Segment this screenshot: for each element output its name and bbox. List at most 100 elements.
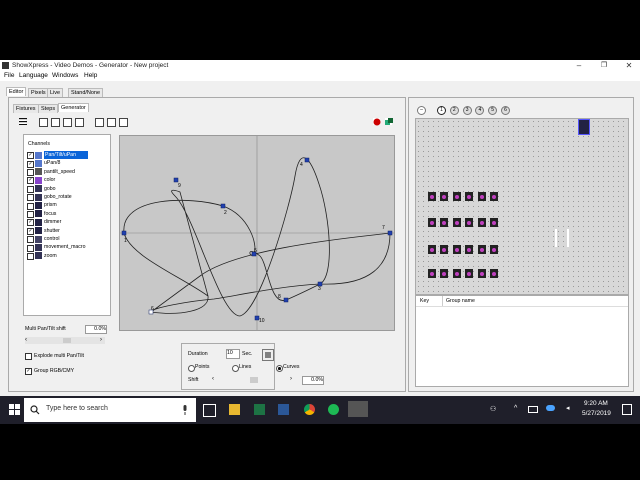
record-icon[interactable]: [373, 118, 381, 126]
moving-head-fixture[interactable]: [465, 192, 474, 201]
shift-slider[interactable]: ‹ ›: [212, 376, 294, 383]
pause-icon[interactable]: [107, 118, 116, 127]
moving-head-fixture[interactable]: [465, 245, 474, 254]
channel-checkbox[interactable]: ✓: [27, 160, 34, 168]
channel-checkbox[interactable]: [27, 185, 34, 193]
spotify-icon[interactable]: [328, 404, 339, 415]
tab-generator[interactable]: Generator: [58, 103, 89, 112]
onedrive-icon[interactable]: [546, 405, 555, 411]
channel-row[interactable]: ✓ color: [24, 176, 104, 185]
preview-tab-6[interactable]: 6: [501, 106, 510, 115]
curves-radio[interactable]: [276, 365, 283, 372]
moving-head-fixture[interactable]: [477, 218, 486, 227]
bar-fixture[interactable]: [567, 229, 569, 247]
chevron-right-icon[interactable]: ›: [290, 376, 292, 382]
open-file-icon[interactable]: [51, 118, 60, 127]
microphone-icon[interactable]: [182, 405, 188, 415]
volume-icon[interactable]: ◂: [566, 404, 570, 412]
channel-row[interactable]: ✓ uPan/8: [24, 159, 104, 168]
tab-fixtures[interactable]: Fixtures: [13, 104, 39, 113]
channel-checkbox[interactable]: [27, 194, 34, 202]
channel-row[interactable]: prism: [24, 201, 104, 210]
duration-input[interactable]: 10: [226, 349, 240, 359]
step-icon[interactable]: [119, 118, 128, 127]
slider-thumb[interactable]: [63, 338, 71, 343]
channel-checkbox[interactable]: ✓: [27, 219, 34, 227]
moving-head-fixture[interactable]: [452, 245, 461, 254]
moving-head-fixture[interactable]: [428, 269, 436, 278]
curve-point[interactable]: [220, 203, 226, 209]
channel-row[interactable]: ✓ dimmer: [24, 218, 104, 227]
moving-head-fixture[interactable]: [440, 192, 449, 201]
new-file-icon[interactable]: [39, 118, 48, 127]
export-icon[interactable]: [63, 118, 72, 127]
channel-row[interactable]: gobo_rotate: [24, 193, 104, 202]
moving-head-fixture[interactable]: [452, 218, 461, 227]
chrome-icon[interactable]: [304, 404, 315, 415]
tab-stand-none[interactable]: Stand/None: [68, 88, 104, 97]
channel-row[interactable]: gobo: [24, 185, 104, 193]
preview-tab-3[interactable]: 3: [462, 106, 472, 115]
channel-row[interactable]: zoom: [24, 252, 104, 260]
channel-row[interactable]: ✓ shutter: [24, 227, 104, 235]
channel-row[interactable]: pantilt_speed: [24, 168, 104, 176]
explode-checkbox[interactable]: [25, 353, 32, 360]
channel-row[interactable]: movement_macro: [24, 243, 104, 252]
minimize-icon[interactable]: –: [572, 61, 586, 71]
restore-icon[interactable]: ❐: [597, 61, 611, 71]
moving-head-fixture[interactable]: [440, 269, 449, 278]
preview-tab-4[interactable]: 4: [475, 106, 485, 115]
group-rgb-checkbox[interactable]: ✓: [25, 368, 32, 375]
moving-head-fixture[interactable]: [477, 269, 486, 278]
moving-head-fixture[interactable]: [465, 218, 474, 227]
pan-tilt-canvas[interactable]: 1 2 3 4 5 6 7 8 9 10: [119, 135, 395, 331]
tab-live[interactable]: Live: [47, 88, 64, 97]
moving-head-fixture[interactable]: [490, 245, 498, 254]
moving-head-fixture[interactable]: [452, 192, 461, 201]
moving-head-fixture[interactable]: [440, 245, 449, 254]
moving-head-fixture[interactable]: [465, 269, 474, 278]
bar-fixture[interactable]: [555, 229, 557, 247]
hamburger-menu-icon[interactable]: [19, 118, 27, 126]
generator-menu-button[interactable]: [262, 349, 274, 361]
curve-point[interactable]: [387, 230, 393, 236]
channel-row[interactable]: control: [24, 235, 104, 244]
notification-icon[interactable]: [622, 404, 632, 415]
excel-icon[interactable]: [254, 404, 265, 415]
chevron-left-icon[interactable]: ‹: [25, 337, 27, 344]
curve-point[interactable]: [304, 157, 310, 163]
channel-checkbox[interactable]: ✓: [27, 177, 34, 185]
curve-point[interactable]: [121, 230, 127, 236]
showxpress-taskbar-icon[interactable]: [348, 401, 368, 417]
channel-checkbox[interactable]: [27, 252, 34, 260]
clock-date[interactable]: 5/27/2019: [582, 410, 611, 417]
lines-radio[interactable]: [232, 365, 239, 372]
curve-point[interactable]: [173, 177, 179, 183]
moving-head-fixture[interactable]: [440, 218, 449, 227]
moving-head-fixture[interactable]: [490, 269, 498, 278]
channel-row[interactable]: ✓ Pan/Tilt/uPan: [24, 151, 104, 160]
moving-head-fixture[interactable]: [477, 245, 486, 254]
selected-fixture[interactable]: [578, 119, 590, 135]
file-explorer-icon[interactable]: [229, 404, 240, 415]
moving-head-fixture[interactable]: [490, 218, 498, 227]
menu-windows[interactable]: Windows: [52, 72, 78, 79]
task-view-icon[interactable]: [203, 404, 216, 417]
moving-head-fixture[interactable]: [428, 245, 436, 254]
tab-pixels[interactable]: Pixels: [28, 88, 49, 97]
shift-value[interactable]: 0.0%: [302, 376, 324, 385]
menu-file[interactable]: File: [4, 72, 14, 79]
preview-tab-5[interactable]: 5: [488, 106, 498, 115]
battery-icon[interactable]: [528, 406, 538, 413]
play-icon[interactable]: [95, 118, 104, 127]
channel-checkbox[interactable]: [27, 244, 34, 252]
channel-checkbox[interactable]: ✓: [27, 227, 34, 235]
channel-row[interactable]: focus: [24, 210, 104, 218]
moving-head-fixture[interactable]: [452, 269, 461, 278]
close-icon[interactable]: ✕: [622, 61, 636, 71]
channel-checkbox[interactable]: [27, 236, 34, 244]
points-radio[interactable]: [188, 365, 195, 372]
moving-head-fixture[interactable]: [428, 192, 436, 201]
preview-tab-1[interactable]: 1: [437, 106, 446, 115]
menu-help[interactable]: Help: [84, 72, 97, 79]
